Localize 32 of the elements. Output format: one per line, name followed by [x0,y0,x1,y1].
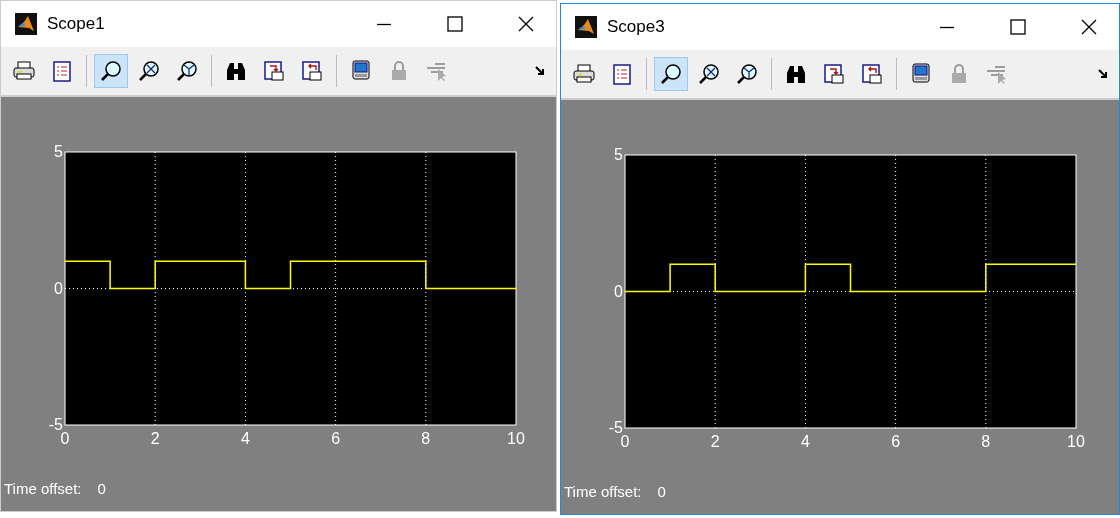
x-tick-label: 0 [620,433,630,450]
window-title: Scope1 [47,14,105,34]
time-offset-label: Time offset: [564,483,642,500]
x-tick-label: 8 [421,430,431,447]
close-icon[interactable] [518,16,534,32]
time-offset-value: 0 [97,480,106,497]
close-icon[interactable] [1081,19,1097,35]
x-tick-label: 2 [710,433,720,450]
y-tick-label: -5 [608,419,623,436]
x-tick-label: 2 [150,430,160,447]
x-tick-label: 6 [331,430,341,447]
app-logo-icon [575,16,597,38]
x-tick-label: 4 [800,433,810,450]
x-tick-label: 10 [507,430,525,447]
x-tick-label: 4 [240,430,250,447]
x-tick-label: 0 [60,430,70,447]
x-tick-label: 8 [981,433,991,450]
x-tick-label: 6 [891,433,901,450]
y-tick-label: 0 [54,279,63,297]
y-tick-label: -5 [48,416,63,433]
time-offset-label: Time offset: [4,480,82,497]
time-offset-value: 0 [657,483,666,500]
maximize-icon[interactable] [1010,19,1026,35]
app-logo-icon [15,13,37,35]
y-tick-label: 5 [54,143,63,160]
window-title: Scope3 [607,17,665,37]
x-tick-label: 10 [1067,433,1085,450]
arrow-icon[interactable] [1097,68,1109,80]
y-tick-label: 5 [614,146,623,163]
arrow-icon[interactable] [534,65,546,77]
maximize-icon[interactable] [447,16,463,32]
y-tick-label: 0 [614,282,623,300]
